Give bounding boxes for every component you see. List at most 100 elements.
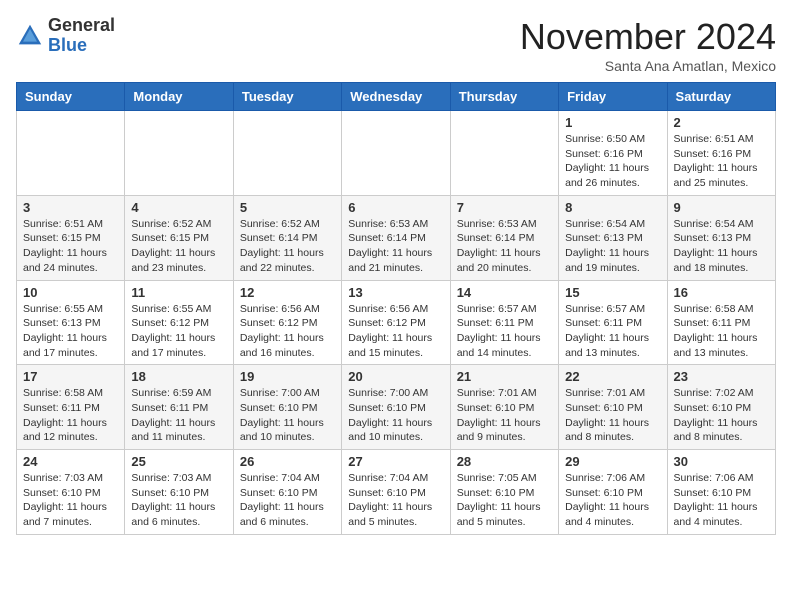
day-number: 19 xyxy=(240,369,335,384)
day-number: 27 xyxy=(348,454,443,469)
day-number: 14 xyxy=(457,285,552,300)
calendar-cell: 22 Sunrise: 7:01 AM Sunset: 6:10 PM Dayli… xyxy=(559,365,667,450)
calendar-cell: 29 Sunrise: 7:06 AM Sunset: 6:10 PM Dayli… xyxy=(559,450,667,535)
day-number: 29 xyxy=(565,454,660,469)
calendar-cell xyxy=(17,111,125,196)
calendar-week-row: 24 Sunrise: 7:03 AM Sunset: 6:10 PM Dayli… xyxy=(17,450,776,535)
day-info: Sunrise: 7:04 AM Sunset: 6:10 PM Dayligh… xyxy=(348,471,443,530)
day-number: 6 xyxy=(348,200,443,215)
weekday-header: Tuesday xyxy=(233,83,341,111)
day-info: Sunrise: 6:56 AM Sunset: 6:12 PM Dayligh… xyxy=(348,302,443,361)
calendar-cell: 18 Sunrise: 6:59 AM Sunset: 6:11 PM Dayli… xyxy=(125,365,233,450)
calendar-cell: 13Sunrise: 6:56 AM Sunset: 6:12 PM Dayli… xyxy=(342,280,450,365)
day-info: Sunrise: 6:55 AM Sunset: 6:13 PM Dayligh… xyxy=(23,302,118,361)
logo-text: General Blue xyxy=(48,16,115,56)
logo-icon xyxy=(16,22,44,50)
day-number: 16 xyxy=(674,285,769,300)
day-info: Sunrise: 7:03 AM Sunset: 6:10 PM Dayligh… xyxy=(131,471,226,530)
day-info: Sunrise: 6:58 AM Sunset: 6:11 PM Dayligh… xyxy=(674,302,769,361)
calendar-cell: 5Sunrise: 6:52 AM Sunset: 6:14 PM Daylig… xyxy=(233,195,341,280)
logo: General Blue xyxy=(16,16,115,56)
day-info: Sunrise: 7:05 AM Sunset: 6:10 PM Dayligh… xyxy=(457,471,552,530)
day-number: 21 xyxy=(457,369,552,384)
day-number: 18 xyxy=(131,369,226,384)
calendar-cell: 10 Sunrise: 6:55 AM Sunset: 6:13 PM Dayli… xyxy=(17,280,125,365)
day-number: 23 xyxy=(674,369,769,384)
calendar-cell: 27 Sunrise: 7:04 AM Sunset: 6:10 PM Dayli… xyxy=(342,450,450,535)
day-info: Sunrise: 6:58 AM Sunset: 6:11 PM Dayligh… xyxy=(23,386,118,445)
title-block: November 2024 Santa Ana Amatlan, Mexico xyxy=(520,16,776,74)
day-info: Sunrise: 7:00 AM Sunset: 6:10 PM Dayligh… xyxy=(240,386,335,445)
day-info: Sunrise: 7:01 AM Sunset: 6:10 PM Dayligh… xyxy=(565,386,660,445)
day-number: 17 xyxy=(23,369,118,384)
day-number: 25 xyxy=(131,454,226,469)
day-info: Sunrise: 6:51 AM Sunset: 6:15 PM Dayligh… xyxy=(23,217,118,276)
day-info: Sunrise: 6:56 AM Sunset: 6:12 PM Dayligh… xyxy=(240,302,335,361)
logo-blue: Blue xyxy=(48,35,87,55)
calendar-cell: 25 Sunrise: 7:03 AM Sunset: 6:10 PM Dayli… xyxy=(125,450,233,535)
day-number: 11 xyxy=(131,285,226,300)
weekday-header: Sunday xyxy=(17,83,125,111)
day-info: Sunrise: 7:06 AM Sunset: 6:10 PM Dayligh… xyxy=(674,471,769,530)
day-number: 3 xyxy=(23,200,118,215)
weekday-header: Wednesday xyxy=(342,83,450,111)
day-number: 10 xyxy=(23,285,118,300)
day-number: 12 xyxy=(240,285,335,300)
day-info: Sunrise: 7:03 AM Sunset: 6:10 PM Dayligh… xyxy=(23,471,118,530)
calendar-cell: 15 Sunrise: 6:57 AM Sunset: 6:11 PM Dayli… xyxy=(559,280,667,365)
calendar-cell: 17 Sunrise: 6:58 AM Sunset: 6:11 PM Dayli… xyxy=(17,365,125,450)
location: Santa Ana Amatlan, Mexico xyxy=(520,58,776,74)
day-number: 7 xyxy=(457,200,552,215)
calendar-cell: 7 Sunrise: 6:53 AM Sunset: 6:14 PM Daylig… xyxy=(450,195,558,280)
calendar-cell: 16 Sunrise: 6:58 AM Sunset: 6:11 PM Dayli… xyxy=(667,280,775,365)
calendar-cell: 26 Sunrise: 7:04 AM Sunset: 6:10 PM Dayli… xyxy=(233,450,341,535)
calendar-week-row: 17 Sunrise: 6:58 AM Sunset: 6:11 PM Dayli… xyxy=(17,365,776,450)
day-info: Sunrise: 7:06 AM Sunset: 6:10 PM Dayligh… xyxy=(565,471,660,530)
page-header: General Blue November 2024 Santa Ana Ama… xyxy=(16,16,776,74)
day-number: 24 xyxy=(23,454,118,469)
day-number: 30 xyxy=(674,454,769,469)
day-info: Sunrise: 6:53 AM Sunset: 6:14 PM Dayligh… xyxy=(457,217,552,276)
day-number: 4 xyxy=(131,200,226,215)
calendar-cell: 14 Sunrise: 6:57 AM Sunset: 6:11 PM Dayli… xyxy=(450,280,558,365)
calendar-cell: 20Sunrise: 7:00 AM Sunset: 6:10 PM Dayli… xyxy=(342,365,450,450)
calendar-week-row: 3 Sunrise: 6:51 AM Sunset: 6:15 PM Daylig… xyxy=(17,195,776,280)
weekday-header: Monday xyxy=(125,83,233,111)
calendar-cell xyxy=(233,111,341,196)
day-info: Sunrise: 6:54 AM Sunset: 6:13 PM Dayligh… xyxy=(565,217,660,276)
logo-general: General xyxy=(48,15,115,35)
day-info: Sunrise: 7:04 AM Sunset: 6:10 PM Dayligh… xyxy=(240,471,335,530)
calendar-cell: 4 Sunrise: 6:52 AM Sunset: 6:15 PM Daylig… xyxy=(125,195,233,280)
weekday-header: Thursday xyxy=(450,83,558,111)
day-info: Sunrise: 6:52 AM Sunset: 6:14 PM Dayligh… xyxy=(240,217,335,276)
day-info: Sunrise: 6:59 AM Sunset: 6:11 PM Dayligh… xyxy=(131,386,226,445)
weekday-header: Friday xyxy=(559,83,667,111)
day-info: Sunrise: 7:01 AM Sunset: 6:10 PM Dayligh… xyxy=(457,386,552,445)
day-info: Sunrise: 6:53 AM Sunset: 6:14 PM Dayligh… xyxy=(348,217,443,276)
day-number: 28 xyxy=(457,454,552,469)
month-title: November 2024 xyxy=(520,16,776,58)
calendar-cell: 21 Sunrise: 7:01 AM Sunset: 6:10 PM Dayli… xyxy=(450,365,558,450)
calendar-table: SundayMondayTuesdayWednesdayThursdayFrid… xyxy=(16,82,776,535)
day-number: 2 xyxy=(674,115,769,130)
calendar-cell xyxy=(125,111,233,196)
calendar-cell: 24 Sunrise: 7:03 AM Sunset: 6:10 PM Dayli… xyxy=(17,450,125,535)
day-info: Sunrise: 7:02 AM Sunset: 6:10 PM Dayligh… xyxy=(674,386,769,445)
day-number: 15 xyxy=(565,285,660,300)
day-info: Sunrise: 6:52 AM Sunset: 6:15 PM Dayligh… xyxy=(131,217,226,276)
calendar-cell: 12 Sunrise: 6:56 AM Sunset: 6:12 PM Dayli… xyxy=(233,280,341,365)
weekday-header: Saturday xyxy=(667,83,775,111)
calendar-cell: 19 Sunrise: 7:00 AM Sunset: 6:10 PM Dayli… xyxy=(233,365,341,450)
day-info: Sunrise: 6:57 AM Sunset: 6:11 PM Dayligh… xyxy=(565,302,660,361)
calendar-cell: 9Sunrise: 6:54 AM Sunset: 6:13 PM Daylig… xyxy=(667,195,775,280)
day-info: Sunrise: 6:51 AM Sunset: 6:16 PM Dayligh… xyxy=(674,132,769,191)
calendar-cell: 2 Sunrise: 6:51 AM Sunset: 6:16 PM Daylig… xyxy=(667,111,775,196)
day-number: 22 xyxy=(565,369,660,384)
day-number: 26 xyxy=(240,454,335,469)
calendar-week-row: 10 Sunrise: 6:55 AM Sunset: 6:13 PM Dayli… xyxy=(17,280,776,365)
day-number: 20 xyxy=(348,369,443,384)
calendar-cell: 23 Sunrise: 7:02 AM Sunset: 6:10 PM Dayli… xyxy=(667,365,775,450)
day-info: Sunrise: 6:54 AM Sunset: 6:13 PM Dayligh… xyxy=(674,217,769,276)
day-info: Sunrise: 6:57 AM Sunset: 6:11 PM Dayligh… xyxy=(457,302,552,361)
calendar-cell: 3 Sunrise: 6:51 AM Sunset: 6:15 PM Daylig… xyxy=(17,195,125,280)
